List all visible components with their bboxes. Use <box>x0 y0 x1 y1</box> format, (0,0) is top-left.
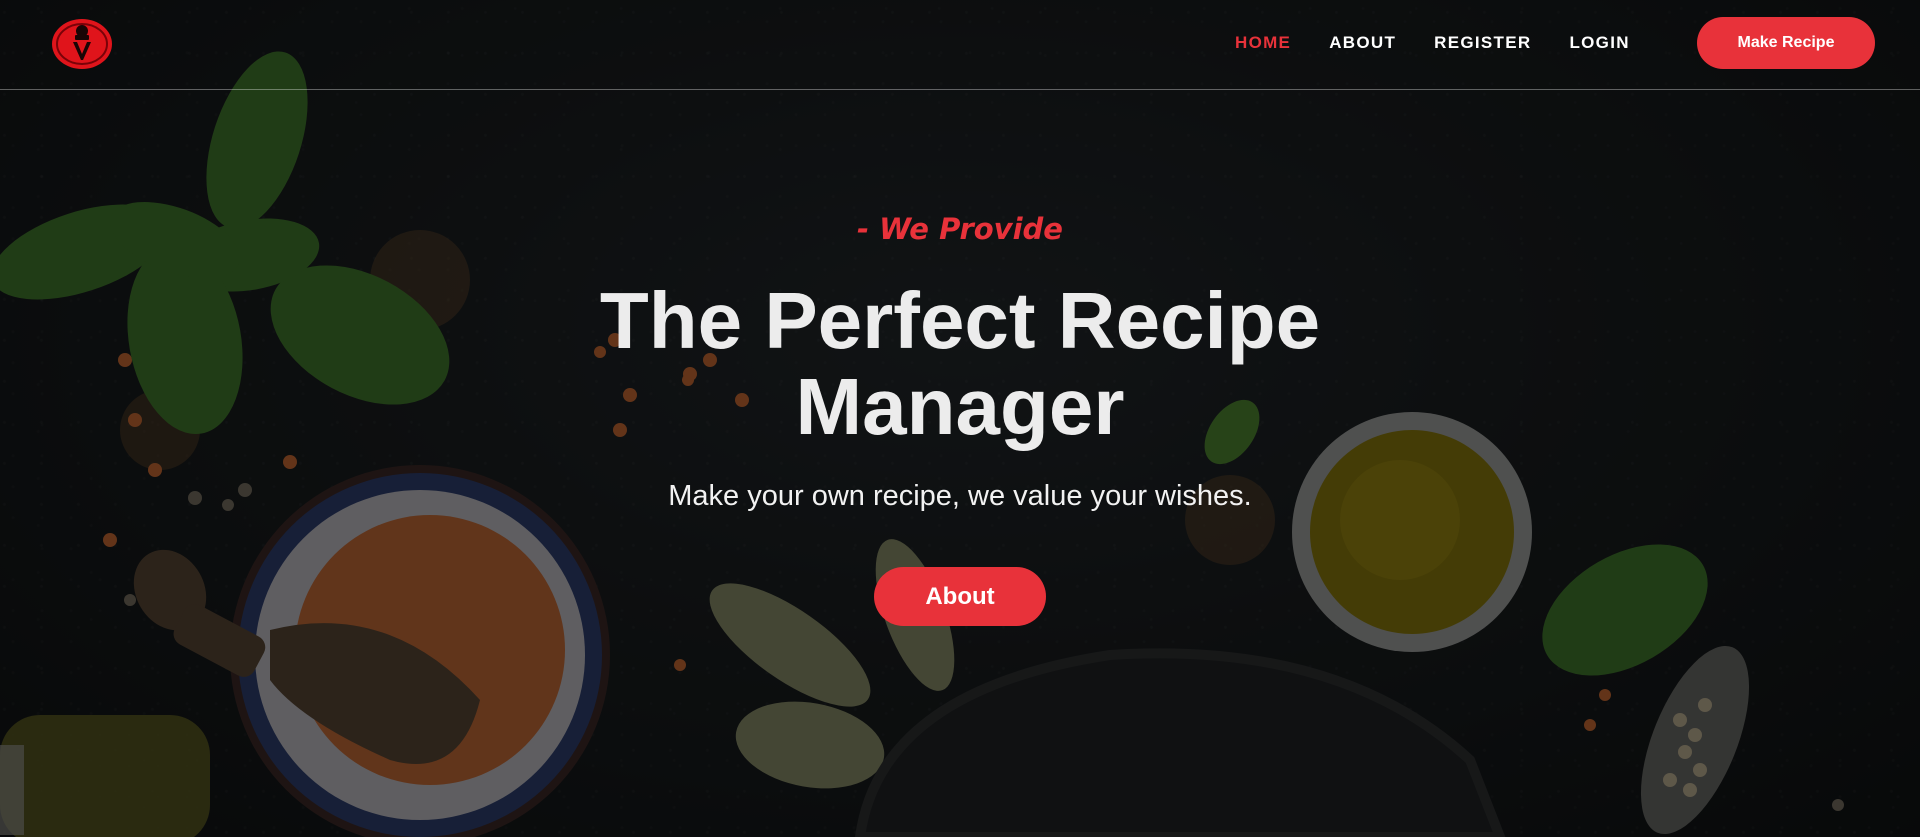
hero-kicker: - We Provide <box>857 212 1063 246</box>
chef-hat-icon <box>52 19 112 69</box>
nav-register[interactable]: REGISTER <box>1434 33 1531 53</box>
hero-section: HOME ABOUT REGISTER LOGIN Make Recipe - … <box>0 0 1920 837</box>
about-button[interactable]: About <box>874 567 1046 626</box>
hero-subtitle: Make your own recipe, we value your wish… <box>668 480 1252 512</box>
main-nav: HOME ABOUT REGISTER LOGIN <box>1235 33 1668 53</box>
nav-login[interactable]: LOGIN <box>1569 33 1629 53</box>
nav-home[interactable]: HOME <box>1235 33 1291 53</box>
hero-title: The Perfect Recipe Manager <box>599 276 1321 451</box>
nav-about[interactable]: ABOUT <box>1329 33 1396 53</box>
top-navbar: HOME ABOUT REGISTER LOGIN Make Recipe <box>0 0 1920 90</box>
logo[interactable] <box>51 18 113 70</box>
make-recipe-button[interactable]: Make Recipe <box>1697 17 1875 69</box>
